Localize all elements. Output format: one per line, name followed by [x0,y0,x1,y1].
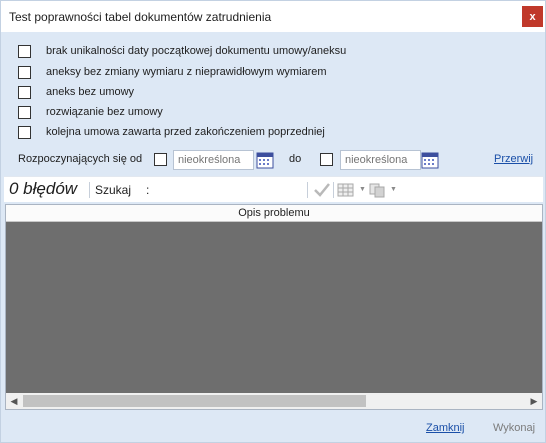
date-range-row: Rozpoczynających się od do [18,150,533,170]
execute-button[interactable]: Wykonaj [493,422,535,434]
check-label: rozwiązanie bez umowy [46,106,163,118]
check-label: aneksy bez zmiany wymiaru z nieprawidłow… [46,66,327,78]
checkbox-unique-date[interactable] [18,44,31,58]
date-range-label: Rozpoczynających się od [18,153,143,165]
problems-grid: Opis problemu ◀ ▶ [5,204,543,410]
title-bar[interactable]: Test poprawności tabel dokumentów zatrud… [1,1,545,32]
close-link[interactable]: Zamknij [426,422,465,434]
results-toolbar: 0 błędów Szukaj : ▼ ▼ [4,176,543,202]
date-to-label: do [289,153,302,165]
calendar-icon[interactable] [255,150,275,170]
checkbox-overlapping-contract[interactable] [18,125,31,139]
checkbox-annex-dimension[interactable] [18,65,31,79]
scroll-thumb[interactable] [23,395,366,407]
search-colon: : [146,183,150,197]
scroll-right-icon[interactable]: ▶ [526,393,542,409]
error-count: 0 błędów [9,179,78,198]
dialog-window: Test poprawności tabel dokumentów zatrud… [0,0,546,443]
column-header-problem[interactable]: Opis problemu [6,205,542,222]
checkbox-termination-without-contract[interactable] [18,105,31,119]
interrupt-link[interactable]: Przerwij [494,153,533,165]
date-to-input[interactable] [340,150,421,170]
check-row-unique-date[interactable]: brak unikalności daty początkowej dokume… [18,43,346,59]
checkbox-annex-without-contract[interactable] [18,85,31,99]
toolbar-separator [307,182,308,198]
scroll-left-icon[interactable]: ◀ [6,393,22,409]
check-label: aneks bez umowy [46,86,135,98]
chevron-down-icon[interactable]: ▼ [390,186,397,193]
close-button[interactable]: x [522,6,543,27]
check-row-annex-dimension[interactable]: aneksy bez zmiany wymiaru z nieprawidłow… [18,64,327,80]
date-to-checkbox[interactable] [320,153,333,166]
check-row-annex-without-contract[interactable]: aneks bez umowy [18,84,134,100]
copy-icon[interactable] [368,182,386,198]
check-row-overlapping-contract[interactable]: kolejna umowa zawarta przed zakończeniem… [18,124,325,140]
check-row-termination-without-contract[interactable]: rozwiązanie bez umowy [18,104,163,120]
search-label: Szukaj [95,183,132,197]
chevron-down-icon[interactable]: ▼ [359,186,366,193]
date-from-checkbox[interactable] [154,153,167,166]
check-label: kolejna umowa zawarta przed zakończeniem… [46,126,325,138]
checkmark-icon[interactable] [313,182,331,198]
toolbar-separator [89,182,90,198]
date-from-input[interactable] [173,150,254,170]
search-input[interactable] [157,180,307,200]
horizontal-scrollbar[interactable]: ◀ ▶ [6,393,542,409]
window-title: Test poprawności tabel dokumentów zatrud… [9,10,272,24]
calendar-icon[interactable] [420,150,440,170]
check-label: brak unikalności daty początkowej dokume… [46,45,347,57]
toolbar-separator [333,182,334,198]
table-icon[interactable] [337,182,355,198]
